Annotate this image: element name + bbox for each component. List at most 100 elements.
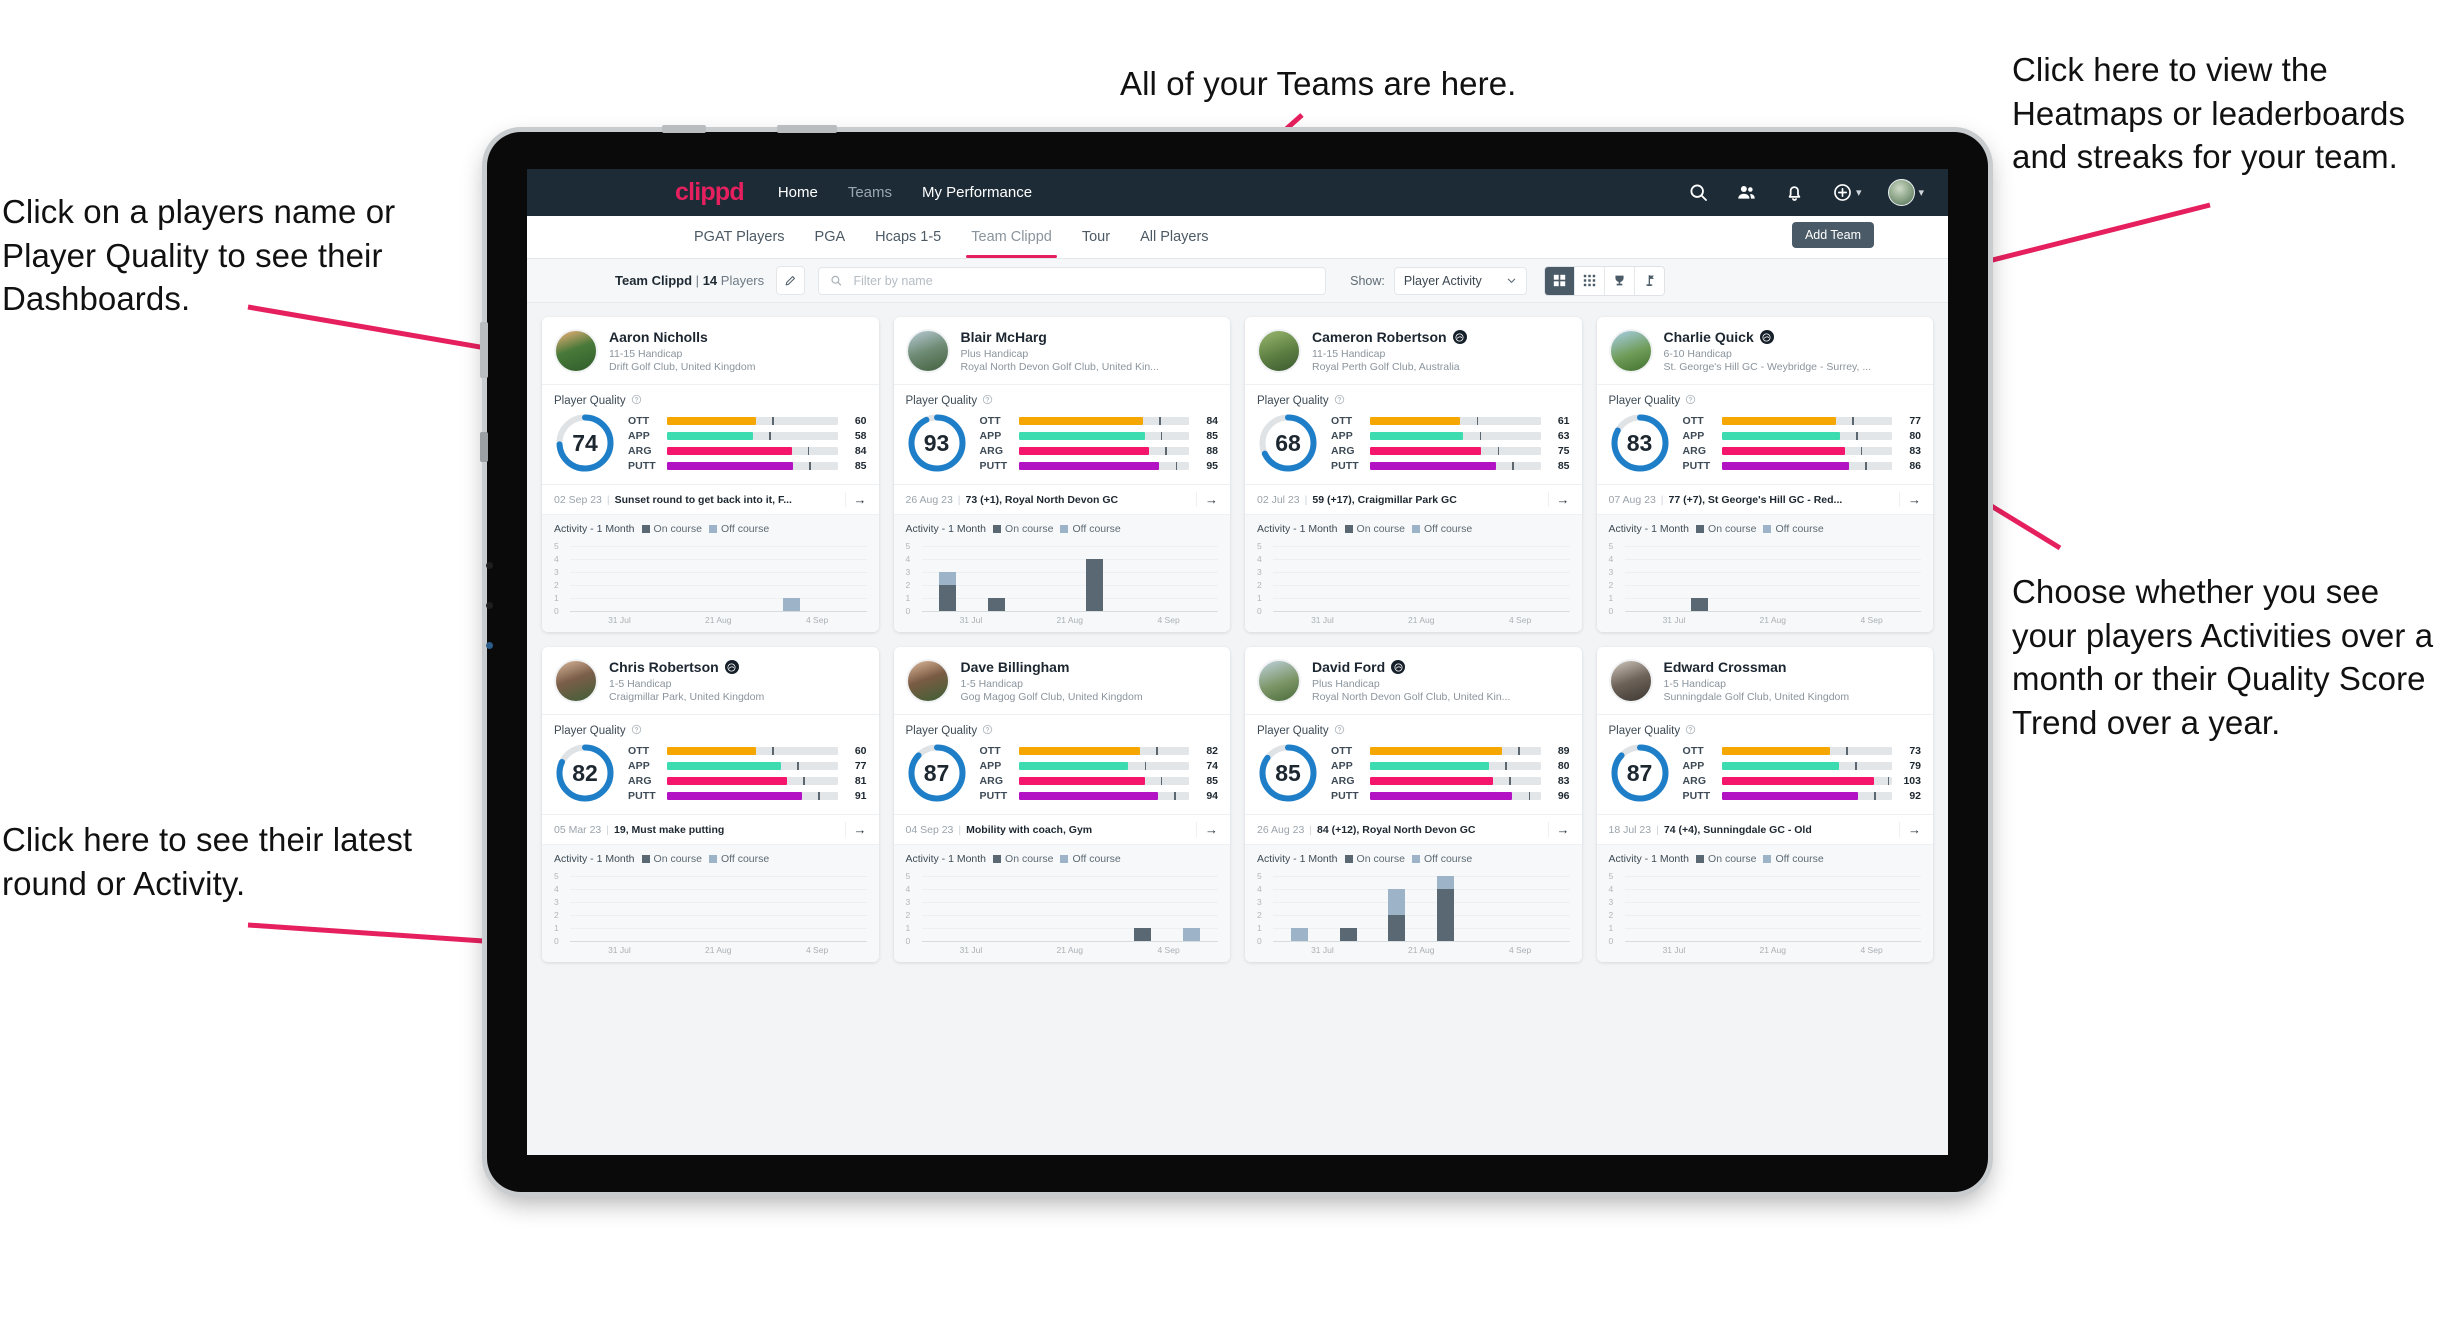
player-name[interactable]: Dave Billingham	[961, 659, 1143, 675]
arrow-right-icon[interactable]: →	[844, 492, 867, 508]
player-quality-section[interactable]: Player Quality 87 OTT 73 APP 79 ARG 103 PUTT 92	[1596, 714, 1933, 814]
help-circle-icon[interactable]	[982, 724, 993, 738]
skill-benchmark-tick	[1851, 416, 1854, 425]
player-avatar[interactable]	[1257, 659, 1301, 704]
tab-hcaps-1-5[interactable]: Hcaps 1-5	[860, 216, 956, 258]
player-name[interactable]: Edward Crossman	[1664, 659, 1850, 675]
search-filter-box[interactable]	[818, 266, 1327, 295]
latest-round-row[interactable]: 05 Mar 23 | 19, Must make putting →	[542, 814, 879, 844]
nav-link-my-performance[interactable]: My Performance	[922, 184, 1032, 201]
player-name[interactable]: Cameron Robertson	[1312, 329, 1467, 345]
clippd-logo[interactable]: clippd	[675, 178, 745, 207]
player-card-header[interactable]: Charlie Quick 6-10 Handicap St. George's H…	[1597, 317, 1934, 384]
arrow-right-icon[interactable]: →	[1547, 822, 1570, 838]
add-team-button[interactable]: Add Team	[1791, 222, 1874, 248]
player-card-header[interactable]: Chris Robertson 1-5 Handicap Craigmillar P…	[542, 647, 879, 714]
skill-row-app: APP 80	[1683, 428, 1922, 443]
activity-section: Activity - 1 Month On course Off course 5 4 3…	[893, 844, 1230, 963]
player-quality-section[interactable]: Player Quality 82 OTT 60 APP 77 ARG 81 PUTT 91	[542, 714, 879, 814]
help-circle-icon[interactable]	[1334, 394, 1345, 408]
help-circle-icon[interactable]	[1685, 724, 1696, 738]
y-axis-tick: 5	[1608, 871, 1614, 882]
player-quality-section[interactable]: Player Quality 83 OTT 77 APP 80 ARG 83 PUTT 86	[1596, 384, 1933, 484]
nav-link-home[interactable]: Home	[778, 184, 818, 201]
player-avatar[interactable]	[1608, 659, 1653, 704]
legend-on-course: On course	[1696, 853, 1756, 865]
trophy-icon[interactable]	[1605, 266, 1635, 295]
player-card-header[interactable]: Dave Billingham 1-5 Handicap Gog Magog Gol…	[894, 647, 1231, 714]
help-circle-icon[interactable]	[1334, 724, 1345, 738]
flag-icon[interactable]	[1635, 267, 1664, 295]
tab-pgat-players[interactable]: PGAT Players	[679, 216, 800, 258]
grid-view-icon[interactable]	[1544, 266, 1575, 295]
help-circle-icon[interactable]	[631, 394, 642, 408]
player-avatar[interactable]	[1608, 329, 1653, 373]
player-card[interactable]: David Ford Plus Handicap Royal North Devon…	[1245, 647, 1582, 963]
dense-grid-icon[interactable]	[1575, 266, 1605, 295]
arrow-right-icon[interactable]: →	[1196, 822, 1218, 838]
edit-team-button[interactable]	[776, 266, 806, 295]
latest-round-row[interactable]: 18 Jul 23 | 74 (+4), Sunningdale GC - Old →	[1596, 814, 1933, 844]
player-card[interactable]: Chris Robertson 1-5 Handicap Craigmillar P…	[542, 647, 879, 963]
show-select[interactable]: Player Activity	[1393, 266, 1527, 295]
bar-segment-off-course	[1290, 928, 1308, 942]
volume-buttons[interactable]	[777, 125, 837, 133]
arrow-right-icon[interactable]: →	[1899, 822, 1921, 838]
search-input[interactable]	[851, 272, 1315, 289]
player-quality-section[interactable]: Player Quality 93 OTT 84 APP 85 ARG 88 PUTT 95	[893, 384, 1230, 484]
latest-round-row[interactable]: 02 Sep 23 | Sunset round to get back into …	[542, 484, 879, 514]
tab-pga[interactable]: PGA	[800, 216, 861, 258]
nav-link-teams[interactable]: Teams	[848, 184, 892, 201]
search-icon[interactable]	[1688, 182, 1709, 203]
player-quality-section[interactable]: Player Quality 85 OTT 89 APP 80 ARG 83 PUTT 96	[1245, 714, 1582, 814]
arrow-right-icon[interactable]: →	[1547, 492, 1570, 508]
player-card-header[interactable]: Edward Crossman 1-5 Handicap Sunningdale G…	[1597, 647, 1934, 714]
player-quality-section[interactable]: Player Quality 87 OTT 82 APP 74 ARG 85 PUTT 94	[893, 714, 1230, 814]
player-card[interactable]: Edward Crossman 1-5 Handicap Sunningdale G…	[1596, 647, 1934, 963]
latest-round-row[interactable]: 04 Sep 23 | Mobility with coach, Gym →	[893, 814, 1230, 844]
latest-round-row[interactable]: 26 Aug 23 | 84 (+12), Royal North Devon GC…	[1245, 814, 1582, 844]
arrow-right-icon[interactable]: →	[1196, 492, 1218, 508]
player-quality-section[interactable]: Player Quality 68 OTT 61 APP 63 ARG 75 PUTT 85	[1245, 384, 1582, 484]
bell-icon[interactable]	[1784, 182, 1805, 203]
avatar[interactable]: ▾	[1888, 179, 1924, 206]
player-avatar[interactable]	[905, 659, 950, 704]
filter-toolbar: Team Clippd | 14 Players Show: Player Ac…	[527, 259, 1948, 303]
player-avatar[interactable]	[554, 329, 598, 373]
player-name[interactable]: Blair McHarg	[961, 329, 1159, 345]
player-name[interactable]: David Ford	[1312, 659, 1510, 675]
player-avatar[interactable]	[1257, 329, 1301, 373]
player-name[interactable]: Charlie Quick	[1664, 329, 1872, 345]
player-card[interactable]: Charlie Quick 6-10 Handicap St. George's H…	[1596, 317, 1934, 633]
player-card-header[interactable]: Aaron Nicholls 11-15 Handicap Drift Golf C…	[542, 317, 879, 384]
tab-all-players[interactable]: All Players	[1125, 216, 1224, 258]
tab-team-clippd[interactable]: Team Clippd	[956, 216, 1067, 258]
x-axis-tick: 4 Sep	[1508, 945, 1532, 956]
arrow-right-icon[interactable]: →	[844, 822, 867, 838]
player-card-header[interactable]: Cameron Robertson 11-15 Handicap Royal Per…	[1245, 317, 1582, 384]
player-card-header[interactable]: Blair McHarg Plus Handicap Royal North Dev…	[894, 317, 1231, 384]
player-name[interactable]: Aaron Nicholls	[609, 329, 755, 345]
player-card[interactable]: Blair McHarg Plus Handicap Royal North Dev…	[893, 317, 1231, 633]
help-circle-icon[interactable]	[631, 724, 642, 738]
player-card[interactable]: Dave Billingham 1-5 Handicap Gog Magog Gol…	[893, 647, 1231, 963]
help-circle-icon[interactable]	[1685, 394, 1696, 408]
people-icon[interactable]	[1736, 182, 1757, 203]
side-button[interactable]	[480, 322, 488, 378]
latest-round-row[interactable]: 02 Jul 23 | 59 (+17), Craigmillar Park GC →	[1245, 484, 1582, 514]
player-card[interactable]: Aaron Nicholls 11-15 Handicap Drift Golf C…	[542, 317, 879, 633]
bar-slot	[1519, 546, 1568, 611]
player-avatar[interactable]	[554, 659, 598, 704]
player-avatar[interactable]	[905, 329, 950, 373]
player-card-header[interactable]: David Ford Plus Handicap Royal North Devon…	[1245, 647, 1582, 714]
power-button[interactable]	[662, 125, 706, 133]
arrow-right-icon[interactable]: →	[1899, 492, 1921, 508]
player-card[interactable]: Cameron Robertson 11-15 Handicap Royal Per…	[1245, 317, 1582, 633]
player-name[interactable]: Chris Robertson	[609, 659, 764, 675]
latest-round-row[interactable]: 26 Aug 23 | 73 (+1), Royal North Devon GC →	[893, 484, 1230, 514]
help-circle-icon[interactable]	[982, 394, 993, 408]
latest-round-row[interactable]: 07 Aug 23 | 77 (+7), St George's Hill GC -…	[1596, 484, 1933, 514]
tab-tour[interactable]: Tour	[1067, 216, 1125, 258]
player-quality-section[interactable]: Player Quality 74 OTT 60 APP 58 ARG 84 PUTT 85	[542, 384, 879, 484]
add-circle-icon[interactable]: ▾	[1832, 182, 1861, 203]
